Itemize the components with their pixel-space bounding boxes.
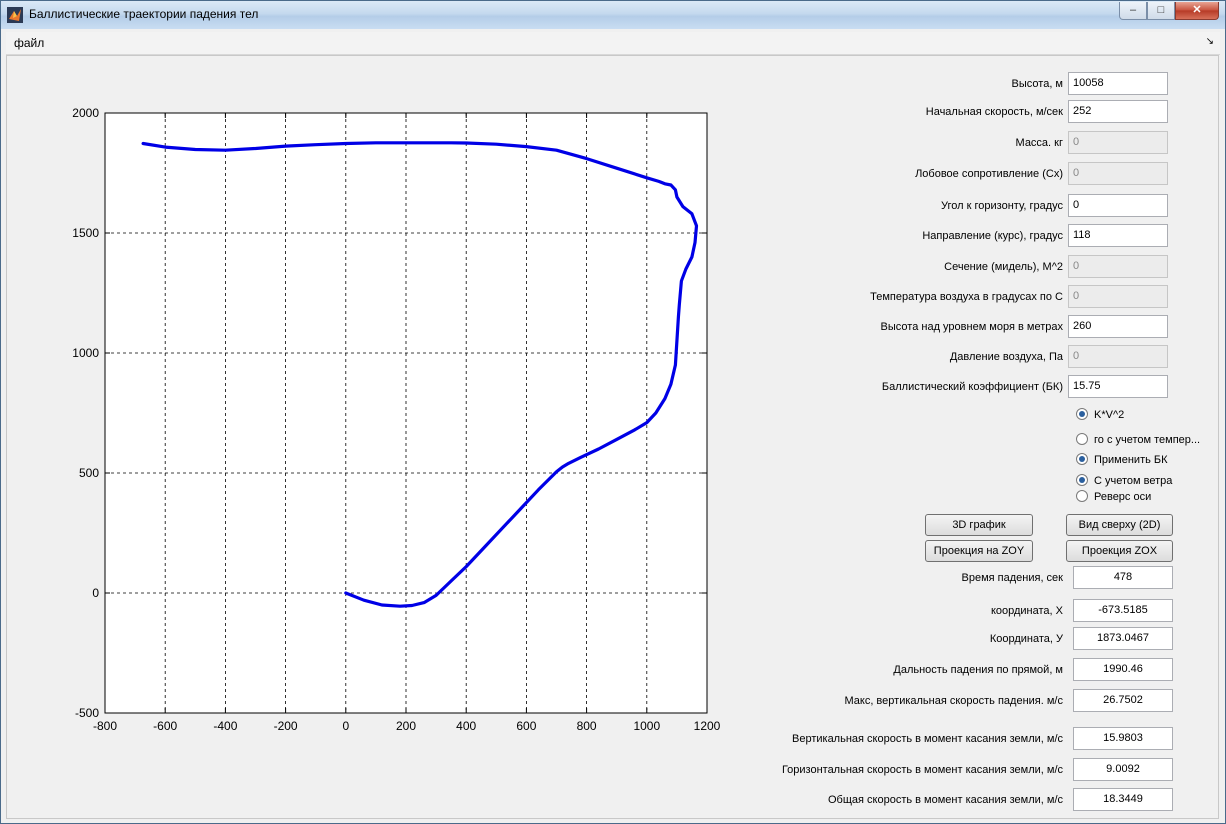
input-field[interactable]: 15.75	[1068, 375, 1168, 398]
y-tick-label: 0	[92, 586, 99, 600]
input-label: Высота, м	[1011, 78, 1063, 90]
menu-bar: файл ↘	[6, 32, 1220, 55]
maximize-button[interactable]: □	[1147, 2, 1175, 20]
radio-label: го с учетом темпер...	[1094, 434, 1201, 446]
result-field: 478	[1073, 566, 1173, 589]
projection-zox-button[interactable]: Проекция ZOX	[1066, 540, 1173, 562]
result-label: координата, X	[990, 605, 1063, 617]
radio-option[interactable]: Реверс оси	[1076, 490, 1151, 503]
input-field[interactable]: 0	[1068, 285, 1168, 308]
x-tick-label: -400	[213, 719, 237, 733]
input-label: Баллистический коэффициент (БК)	[881, 381, 1063, 393]
result-field: 26.7502	[1073, 689, 1173, 712]
radio-option[interactable]: го с учетом темпер...	[1076, 433, 1200, 446]
x-tick-label: 400	[456, 719, 476, 733]
result-label: Горизонтальная скорость в момент касания…	[781, 764, 1063, 776]
radio-dot-icon[interactable]	[1076, 474, 1088, 486]
radio-label: K*V^2	[1094, 409, 1125, 421]
input-label: Лобовое сопротивление (Сх)	[915, 168, 1063, 180]
result-field: 1990.46	[1073, 658, 1173, 681]
matlab-app-icon	[7, 7, 23, 23]
top-view-button[interactable]: Вид сверху (2D)	[1066, 514, 1173, 536]
input-field[interactable]: 0	[1068, 255, 1168, 278]
y-tick-label: 1500	[72, 226, 99, 240]
input-field[interactable]: 0	[1068, 194, 1168, 217]
x-tick-label: 0	[342, 719, 349, 733]
input-label: Угол к горизонту, градус	[941, 200, 1063, 212]
result-field: 9.0092	[1073, 758, 1173, 781]
input-field[interactable]: 0	[1068, 162, 1168, 185]
input-label: Температура воздуха в градусах по С	[870, 291, 1063, 303]
result-label: Дальность падения по прямой, м	[893, 664, 1063, 676]
window-title: Баллистические траектории падения тел	[29, 7, 259, 21]
radio-option[interactable]: K*V^2	[1076, 408, 1124, 421]
radio-dot-icon[interactable]	[1076, 453, 1088, 465]
main-window: Баллистические траектории падения тел – …	[0, 0, 1226, 824]
result-field: 1873.0467	[1073, 627, 1173, 650]
x-tick-label: -800	[93, 719, 117, 733]
x-tick-label: 1200	[694, 719, 721, 733]
radio-dot-icon[interactable]	[1076, 490, 1088, 502]
y-tick-label: 2000	[72, 106, 99, 120]
input-field[interactable]: 0	[1068, 345, 1168, 368]
x-tick-label: -600	[153, 719, 177, 733]
graph-3d-button[interactable]: 3D график	[925, 514, 1033, 536]
input-field[interactable]: 252	[1068, 100, 1168, 123]
radio-dot-icon[interactable]	[1076, 433, 1088, 445]
input-label: Высота над уровнем моря в метрах	[880, 321, 1063, 333]
radio-dot-icon[interactable]	[1076, 408, 1088, 420]
close-button[interactable]: ✕	[1175, 2, 1219, 20]
input-label: Направление (курс), градус	[922, 230, 1063, 242]
toolbar-toggle-icon[interactable]: ↘	[1206, 36, 1214, 47]
result-label: Вертикальная скорость в момент касания з…	[792, 733, 1063, 745]
result-field: -673.5185	[1073, 599, 1173, 622]
result-label: Время падения, сек	[961, 572, 1063, 584]
input-field[interactable]: 0	[1068, 131, 1168, 154]
input-label: Начальная скорость, м/сек	[925, 106, 1063, 118]
minimize-button[interactable]: –	[1119, 2, 1147, 20]
x-tick-label: 1000	[633, 719, 660, 733]
x-tick-label: 800	[577, 719, 597, 733]
result-label: Макс, вертикальная скорость падения. м/с	[844, 695, 1063, 707]
input-field[interactable]: 118	[1068, 224, 1168, 247]
trajectory-plot[interactable]: -800 -600 -400 -200 0 200 400 600 800 1000 1200 -50…	[7, 56, 767, 756]
result-field: 15.9803	[1073, 727, 1173, 750]
input-field[interactable]: 260	[1068, 315, 1168, 338]
radio-option[interactable]: Применить БК	[1076, 453, 1168, 466]
y-tick-label: 500	[79, 466, 99, 480]
radio-label: Применить БК	[1094, 454, 1168, 466]
result-field: 18.3449	[1073, 788, 1173, 811]
x-tick-label: 600	[516, 719, 536, 733]
y-tick-label: -500	[75, 706, 99, 720]
projection-zoy-button[interactable]: Проекция на ZOY	[925, 540, 1033, 562]
input-label: Давление воздуха, Па	[949, 351, 1063, 363]
y-tick-label: 1000	[72, 346, 99, 360]
radio-option[interactable]: С учетом ветра	[1076, 474, 1172, 487]
input-label: Масса. кг	[1015, 137, 1063, 149]
menu-file[interactable]: файл	[14, 36, 44, 50]
result-label: Общая скорость в момент касания земли, м…	[828, 794, 1063, 806]
x-tick-label: -200	[274, 719, 298, 733]
radio-label: С учетом ветра	[1094, 475, 1173, 487]
input-label: Сечение (мидель), М^2	[944, 261, 1063, 273]
title-bar[interactable]: Баллистические траектории падения тел – …	[1, 1, 1225, 29]
x-tick-label: 200	[396, 719, 416, 733]
figure-area: -800 -600 -400 -200 0 200 400 600 800 1000 1200 -50…	[6, 55, 1219, 819]
input-field[interactable]: 10058	[1068, 72, 1168, 95]
result-label: Координата, У	[989, 633, 1063, 645]
radio-label: Реверс оси	[1094, 491, 1152, 503]
